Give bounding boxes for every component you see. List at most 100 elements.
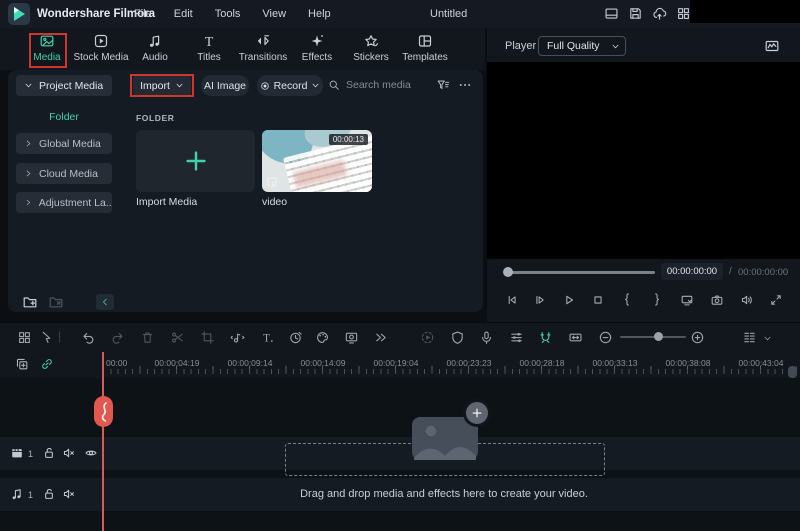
record-button[interactable]: Record (257, 75, 323, 96)
player-scrub-handle[interactable] (503, 267, 513, 277)
player-scrub-track[interactable] (505, 271, 655, 274)
import-media-card[interactable] (136, 130, 255, 192)
zoom-in-button[interactable] (690, 330, 705, 345)
save-icon[interactable] (628, 6, 643, 21)
search-input[interactable]: Search media (346, 79, 411, 91)
snapping-button[interactable] (538, 330, 553, 345)
undo-button[interactable] (81, 330, 96, 345)
mixer-button[interactable] (509, 330, 524, 345)
mute-icon[interactable] (62, 487, 76, 501)
ripple-edit-button[interactable] (568, 330, 583, 345)
tab-audio[interactable]: Audio (128, 33, 182, 67)
sidebar-item-project-media[interactable]: Project Media (16, 75, 112, 96)
export-icon[interactable] (652, 6, 667, 21)
lock-icon[interactable] (42, 487, 56, 501)
beat-sync-button[interactable] (230, 330, 245, 345)
chevrons-right-button[interactable] (373, 330, 388, 345)
tab-titles[interactable]: T Titles (182, 33, 236, 67)
video-clip-card[interactable]: 00:00:13 (262, 130, 372, 192)
previous-frame-button[interactable] (505, 293, 519, 307)
sidebar-group-cloud-media[interactable]: Cloud Media (16, 163, 112, 184)
window-controls-area (690, 0, 800, 23)
menu-bar: File Edit Tools View Help (134, 8, 331, 20)
media-panel: Project Media Folder Global Media Cloud M… (8, 70, 483, 312)
sidebar-group-global-media[interactable]: Global Media (16, 133, 112, 154)
effects-icon (309, 33, 325, 49)
ai-image-button[interactable]: AI Image (201, 75, 249, 96)
next-frame-button[interactable] (533, 293, 547, 307)
current-timecode[interactable]: 00:00:00:00 (661, 263, 723, 280)
tab-media[interactable]: Media (20, 33, 74, 67)
import-button[interactable]: Import (133, 75, 191, 96)
render-preview-button[interactable] (420, 330, 435, 345)
apps-grid-icon[interactable] (676, 6, 691, 21)
mark-in-button[interactable]: { (620, 291, 634, 306)
shield-button[interactable] (450, 330, 465, 345)
menu-help[interactable]: Help (308, 8, 331, 20)
timeline-zoom-slider[interactable] (620, 336, 686, 338)
mark-out-button[interactable]: } (650, 291, 664, 306)
grid-view-button[interactable] (17, 330, 32, 345)
timeline-zoom-handle[interactable] (654, 332, 663, 341)
scissors-button[interactable] (170, 330, 185, 345)
redo-button[interactable] (110, 330, 125, 345)
tab-transitions[interactable]: Transitions (236, 33, 290, 67)
caret-down-icon (311, 81, 320, 90)
caret-down-button[interactable] (763, 334, 772, 343)
project-title: Untitled (430, 8, 468, 20)
stop-button[interactable] (591, 293, 605, 307)
sidebar-item-folder[interactable]: Folder (16, 111, 112, 123)
microphone-button[interactable] (479, 330, 494, 345)
collapse-sidebar-button[interactable] (96, 294, 114, 310)
tab-templates[interactable]: Templates (398, 33, 452, 67)
snapshot-button[interactable] (710, 293, 724, 307)
chroma-key-button[interactable] (344, 330, 359, 345)
sidebar-group-adjustment-la[interactable]: Adjustment La... (16, 192, 112, 213)
zoom-out-button[interactable] (598, 330, 613, 345)
more-options-icon[interactable] (458, 78, 472, 92)
text-tool-button[interactable]: T (260, 330, 275, 345)
timeline: 00:00 00:00:04:19 00:00:09:14 00:00:14:09 0… (0, 352, 800, 531)
tab-effects[interactable]: Effects (290, 33, 344, 67)
delete-folder-icon[interactable] (48, 294, 64, 310)
search-icon[interactable] (328, 79, 340, 91)
svg-text:T: T (263, 332, 270, 344)
eye-icon[interactable] (84, 446, 98, 460)
panel-layout-icon[interactable] (604, 6, 619, 21)
total-timecode: 00:00:00:00 (738, 267, 789, 278)
menu-edit[interactable]: Edit (174, 8, 193, 20)
divider: | (58, 329, 62, 343)
ruler-ticks (103, 369, 797, 374)
quality-dropdown[interactable]: Full Quality (538, 36, 626, 56)
filter-icon[interactable] (436, 78, 450, 92)
stickers-icon (363, 33, 379, 49)
add-media-badge[interactable] (466, 402, 488, 424)
duplicate-icon[interactable] (15, 357, 29, 371)
crop-button[interactable] (200, 330, 215, 345)
menu-tools[interactable]: Tools (215, 8, 241, 20)
scrollbar-thumb[interactable] (788, 366, 797, 378)
menu-view[interactable]: View (262, 8, 286, 20)
video-scope-icon[interactable] (764, 38, 780, 54)
mute-icon[interactable] (62, 446, 76, 460)
display-device-button[interactable] (680, 293, 694, 307)
volume-button[interactable] (740, 293, 754, 307)
speed-button[interactable] (288, 330, 303, 345)
playhead-handle[interactable] (94, 396, 113, 427)
chevron-left-icon (100, 297, 110, 307)
link-icon[interactable] (40, 357, 54, 371)
play-button[interactable] (562, 293, 576, 307)
palette-button[interactable] (315, 330, 330, 345)
lock-icon[interactable] (42, 446, 56, 460)
trash-button[interactable] (140, 330, 155, 345)
cursor-button[interactable] (39, 330, 54, 345)
fullscreen-button[interactable] (769, 293, 783, 307)
playhead-line[interactable] (102, 352, 104, 531)
timeline-ruler[interactable]: 00:00 00:00:04:19 00:00:09:14 00:00:14:09 0… (0, 352, 800, 378)
tab-stickers[interactable]: Stickers (344, 33, 398, 67)
track-height-button[interactable] (742, 330, 757, 345)
preview-viewport (487, 62, 800, 259)
menu-file[interactable]: File (134, 8, 152, 20)
tab-stock-media[interactable]: Stock Media (73, 33, 129, 67)
new-folder-icon[interactable] (22, 294, 38, 310)
